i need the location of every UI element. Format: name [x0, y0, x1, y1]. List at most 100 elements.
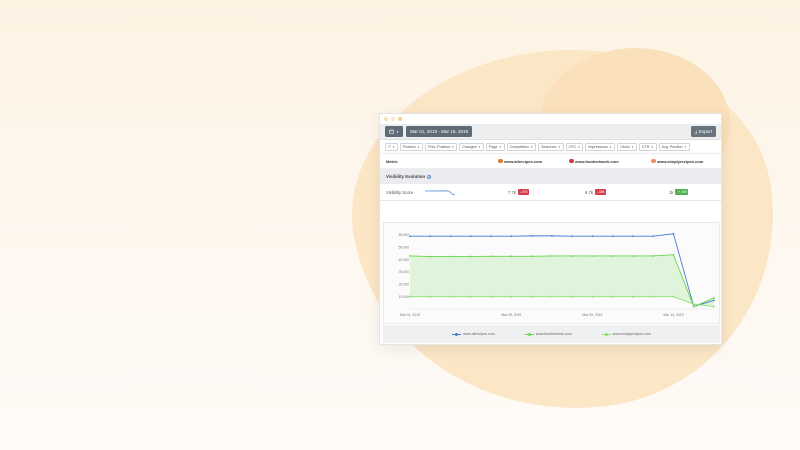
- data-point: [429, 235, 432, 238]
- data-point: [652, 295, 655, 298]
- chevron-down-icon: ▼: [417, 144, 421, 149]
- filter-chip[interactable]: Searches ▼: [538, 142, 564, 151]
- y-tick-label: 50,000: [399, 246, 409, 250]
- data-point: [713, 299, 715, 302]
- data-point: [672, 253, 675, 256]
- allrecipes-favicon-icon: [498, 158, 503, 164]
- legend-marker: [524, 332, 534, 336]
- site-header-foodnetwork: www.foodnetwork.com: [569, 159, 619, 164]
- legend-item-simplyrecipes[interactable]: www.simplyrecipes.com: [601, 332, 651, 336]
- window-dot-minimize[interactable]: [391, 117, 395, 121]
- y-tick-label: 20,000: [399, 283, 409, 287]
- window-dot-maximize[interactable]: [398, 117, 402, 121]
- filter-chip[interactable]: Avg. Position ▼: [658, 142, 690, 151]
- data-point: [571, 235, 574, 238]
- data-point: [490, 295, 492, 298]
- legend-item-allrecipes[interactable]: www.allrecipes.com: [452, 332, 495, 336]
- data-point: [672, 295, 675, 298]
- chevron-down-icon: ▼: [478, 144, 481, 149]
- visibility-sparkline: [425, 190, 456, 196]
- data-point: [692, 305, 695, 308]
- legend-marker: [452, 332, 462, 336]
- chevron-down-icon: ▼: [498, 144, 502, 149]
- chevron-down-icon: ▼: [557, 144, 561, 149]
- toolbar: ▼ Mar 01, 2019 - Mar 15, 2019 ⤓ Export: [380, 124, 721, 140]
- data-point: [409, 295, 411, 298]
- data-point: [692, 303, 695, 305]
- filter-chip[interactable]: Position ▼: [399, 142, 424, 151]
- filter-chip[interactable]: CTR ▼: [638, 142, 657, 151]
- data-point: [632, 255, 634, 257]
- chevron-down-icon: ▼: [650, 144, 654, 149]
- calendar-icon: [389, 129, 394, 134]
- chevron-down-icon: ▼: [684, 144, 687, 149]
- filter-chip[interactable]: Page ▼: [485, 142, 505, 151]
- visibility-value-simplyrecipes: 1k ↑+ 40K: [669, 189, 689, 195]
- filter-chip[interactable]: Competition ▼: [506, 142, 537, 151]
- x-tick-label: Mar 01, 2019: [400, 313, 420, 317]
- data-point: [449, 255, 452, 258]
- change-badge-down: ↓-57K: [517, 189, 530, 195]
- filter-chip[interactable]: Clicks ▼: [617, 142, 637, 151]
- data-point: [571, 295, 574, 298]
- data-point: [510, 255, 513, 258]
- app-window: ▼ Mar 01, 2019 - Mar 15, 2019 ⤓ Export ⛉…: [379, 113, 722, 345]
- visibility-score-row[interactable]: Visibility Score 7.7k ↓-57K 6.7k ↓-58K 1…: [380, 184, 721, 201]
- data-point: [429, 255, 432, 258]
- metric-header-row: Metric www.allrecipes.com www.foodnetwor…: [380, 154, 721, 169]
- data-point: [713, 297, 715, 299]
- chevron-down-icon: ▼: [396, 129, 399, 134]
- filter-chip[interactable]: Changes ▼: [459, 142, 484, 151]
- date-range-button[interactable]: Mar 01, 2019 - Mar 15, 2019: [405, 126, 473, 137]
- export-button[interactable]: ⤓ Export: [691, 126, 716, 137]
- data-point: [652, 255, 655, 257]
- data-point: [449, 295, 452, 298]
- visibility-line-chart[interactable]: 60,000 50,000 40,000 30,000 20,000 10,000 Mar …: [384, 223, 721, 325]
- filter-chip[interactable]: Impressions ▼: [585, 142, 616, 151]
- data-point: [429, 295, 432, 298]
- visibility-score-label: Visibility Score: [386, 189, 414, 195]
- change-badge-down: ↓-58K: [594, 189, 607, 195]
- y-tick-label: 60,000: [399, 233, 409, 237]
- data-point: [409, 235, 411, 238]
- filter-chip[interactable]: CPC ▼: [565, 142, 584, 151]
- data-point: [611, 255, 614, 257]
- data-point: [591, 235, 594, 238]
- window-titlebar: [380, 114, 721, 124]
- data-point: [530, 295, 533, 298]
- x-tick-label: Mar 13, 2019: [663, 313, 683, 317]
- data-point: [652, 235, 655, 238]
- legend-marker: [601, 332, 611, 336]
- window-dot-close[interactable]: [384, 117, 388, 121]
- chevron-down-icon: ▼: [577, 144, 581, 149]
- legend-item-foodnetwork[interactable]: www.foodnetwork.com: [524, 332, 572, 336]
- x-tick-label: Mar 09, 2019: [582, 313, 602, 317]
- data-point: [632, 235, 634, 238]
- series-line: [410, 296, 715, 307]
- filter-funnel-button[interactable]: ⛉ ▼: [385, 142, 398, 151]
- data-point: [469, 255, 472, 258]
- data-point: [550, 295, 553, 298]
- data-point: [469, 235, 472, 238]
- data-point: [591, 255, 594, 257]
- y-tick-label: 10,000: [399, 295, 409, 299]
- data-point: [611, 295, 614, 298]
- metric-label: Metric: [386, 158, 398, 164]
- foodnetwork-favicon-icon: [569, 158, 574, 164]
- calendar-button[interactable]: ▼: [385, 126, 403, 137]
- data-point: [490, 235, 492, 238]
- chevron-down-icon: ▼: [609, 144, 613, 149]
- download-icon: ⤓: [695, 129, 698, 134]
- change-badge-up: ↑+ 40K: [675, 189, 689, 195]
- data-point: [713, 305, 715, 308]
- filter-chip[interactable]: Prev. Position ▼: [425, 142, 458, 151]
- data-point: [469, 295, 472, 298]
- visibility-evolution-header[interactable]: Visibility Evolution i: [380, 169, 721, 184]
- info-icon[interactable]: i: [427, 174, 432, 179]
- data-point: [510, 235, 513, 238]
- data-point: [449, 235, 452, 238]
- data-point: [591, 295, 594, 298]
- visibility-value-foodnetwork: 6.7k ↓-58K: [585, 189, 607, 195]
- chevron-down-icon: ▼: [530, 144, 534, 149]
- y-tick-label: 30,000: [399, 270, 409, 274]
